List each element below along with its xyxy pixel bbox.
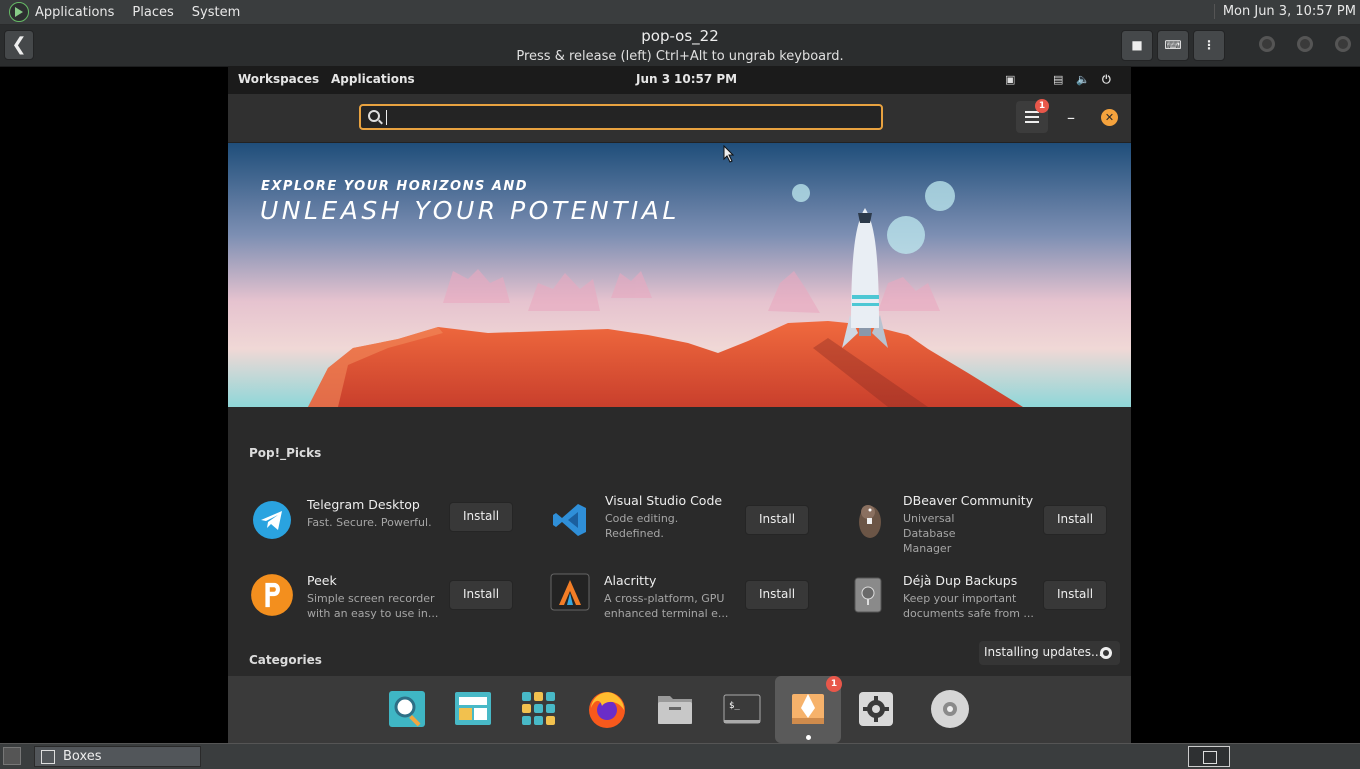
minimize-window-button[interactable] <box>1259 36 1275 52</box>
updates-spinner-icon <box>1100 647 1112 659</box>
guest-display[interactable]: Workspaces Applications Jun 3 10:57 PM ▣… <box>228 66 1131 743</box>
volume-icon[interactable]: 🔈 <box>1076 74 1090 85</box>
distro-logo-icon[interactable] <box>9 2 29 22</box>
guest-top-bar: Workspaces Applications Jun 3 10:57 PM ▣… <box>228 66 1131 94</box>
app-description: Fast. Secure. Powerful. <box>307 516 432 529</box>
maximize-window-button[interactable] <box>1297 36 1313 52</box>
disc-icon[interactable] <box>929 688 971 730</box>
host-taskbar: Boxes <box>0 743 1360 769</box>
text-caret <box>386 110 387 125</box>
app-description: Keep your important documents safe from … <box>903 592 1034 620</box>
app-grid-icon[interactable] <box>518 688 560 730</box>
menu-kebab-button[interactable]: ⋮ <box>1193 30 1225 61</box>
boxes-app-icon <box>41 750 55 764</box>
hero-banner: EXPLORE YOUR HORIZONS AND UNLEASH YOUR P… <box>228 143 1131 407</box>
boxes-header-bar: ❮ pop-os_22 Press & release (left) Ctrl+… <box>0 25 1360 67</box>
dock: $_ 1 <box>228 676 1131 743</box>
guest-date[interactable]: Jun 3 <box>636 72 670 86</box>
app-name: DBeaver Community <box>903 493 1034 508</box>
display-icon[interactable]: ▤ <box>1053 74 1064 85</box>
pop-shop-icon[interactable] <box>787 688 829 730</box>
guest-workspaces-button[interactable]: Workspaces <box>238 72 319 86</box>
install-button-dbeaver[interactable]: Install <box>1043 505 1107 535</box>
categories-section-title: Categories <box>249 653 322 667</box>
running-indicator <box>806 735 811 740</box>
banner-headline: EXPLORE YOUR HORIZONS AND <box>261 179 529 194</box>
host-menu-applications[interactable]: Applications <box>35 5 114 20</box>
dbeaver-icon <box>859 505 881 538</box>
file-manager-icon[interactable] <box>654 688 696 730</box>
install-button-peek[interactable]: Install <box>449 580 513 610</box>
show-desktop-icon[interactable] <box>3 747 21 765</box>
shop-header: 1 – ✕ <box>228 94 1131 143</box>
close-window-button[interactable] <box>1335 36 1351 52</box>
updates-status-label: Installing updates... <box>984 645 1103 659</box>
app-description: Universal Database Manager <box>903 512 956 555</box>
vscode-icon <box>553 504 586 536</box>
app-name: Déjà Dup Backups <box>903 573 1018 588</box>
app-description: A cross-platform, GPU enhanced terminal … <box>604 592 729 620</box>
stop-icon: ■ <box>1131 38 1143 52</box>
close-icon: ✕ <box>1104 111 1115 124</box>
picks-section-title: Pop!_Picks <box>249 446 322 460</box>
telegram-icon <box>253 501 291 539</box>
search-input[interactable] <box>359 104 883 130</box>
app-name: Alacritty <box>604 573 657 588</box>
settings-icon[interactable] <box>855 688 897 730</box>
shop-update-badge: 1 <box>826 676 842 692</box>
search-icon <box>368 110 380 122</box>
banner-tagline: UNLEASH YOUR POTENTIAL <box>260 196 680 225</box>
vm-subtitle: Press & release (left) Ctrl+Alt to ungra… <box>516 49 844 64</box>
keyboard-icon: ⌨ <box>1164 38 1182 52</box>
peek-icon <box>251 574 293 616</box>
host-clock[interactable]: Mon Jun 3, 10:57 PM <box>1213 4 1356 19</box>
app-name: Visual Studio Code <box>605 493 723 508</box>
terminal-icon[interactable]: $_ <box>721 688 763 730</box>
network-icon[interactable]: ▣ <box>1005 74 1016 85</box>
menu-notification-badge: 1 <box>1035 99 1049 113</box>
install-button-alacritty[interactable]: Install <box>745 580 809 610</box>
app-description: Code editing. Redefined. <box>605 512 679 540</box>
host-menu-places[interactable]: Places <box>132 5 173 20</box>
app-description: Simple screen recorder with an easy to u… <box>307 592 439 620</box>
install-button-deja-dup[interactable]: Install <box>1043 580 1107 610</box>
shop-menu-button[interactable]: 1 <box>1016 99 1049 133</box>
host-top-panel: Applications Places System Mon Jun 3, 10… <box>0 0 1360 25</box>
updates-status-button[interactable]: Installing updates... <box>979 641 1120 665</box>
app-name: Peek <box>307 573 337 588</box>
guest-time[interactable]: 10:57 PM <box>674 72 737 86</box>
host-menu-system[interactable]: System <box>192 5 240 20</box>
send-keys-button[interactable]: ⌨ <box>1157 30 1189 61</box>
taskbar-item-boxes[interactable]: Boxes <box>34 746 201 767</box>
install-button-vscode[interactable]: Install <box>745 505 809 535</box>
app-name: Telegram Desktop <box>307 497 420 512</box>
guest-applications-button[interactable]: Applications <box>331 72 415 86</box>
kebab-icon: ⋮ <box>1203 38 1215 52</box>
svg-text:$_: $_ <box>729 701 740 711</box>
power-icon[interactable]: ⏻ <box>1102 74 1113 85</box>
search-launcher-icon[interactable] <box>386 688 428 730</box>
alacritty-icon <box>550 573 590 611</box>
shop-minimize-button[interactable]: – <box>1067 108 1075 127</box>
files-icon[interactable] <box>452 688 494 730</box>
shop-close-button[interactable]: ✕ <box>1101 109 1118 126</box>
firefox-icon[interactable] <box>586 688 628 730</box>
install-button-telegram[interactable]: Install <box>449 502 513 532</box>
mouse-cursor-icon <box>723 145 735 163</box>
vm-title: pop-os_22 <box>641 27 719 45</box>
taskbar-item-label: Boxes <box>63 749 102 764</box>
stop-button[interactable]: ■ <box>1121 30 1153 61</box>
workspace-switcher-icon[interactable] <box>1188 746 1230 767</box>
deja-dup-icon <box>854 577 882 613</box>
